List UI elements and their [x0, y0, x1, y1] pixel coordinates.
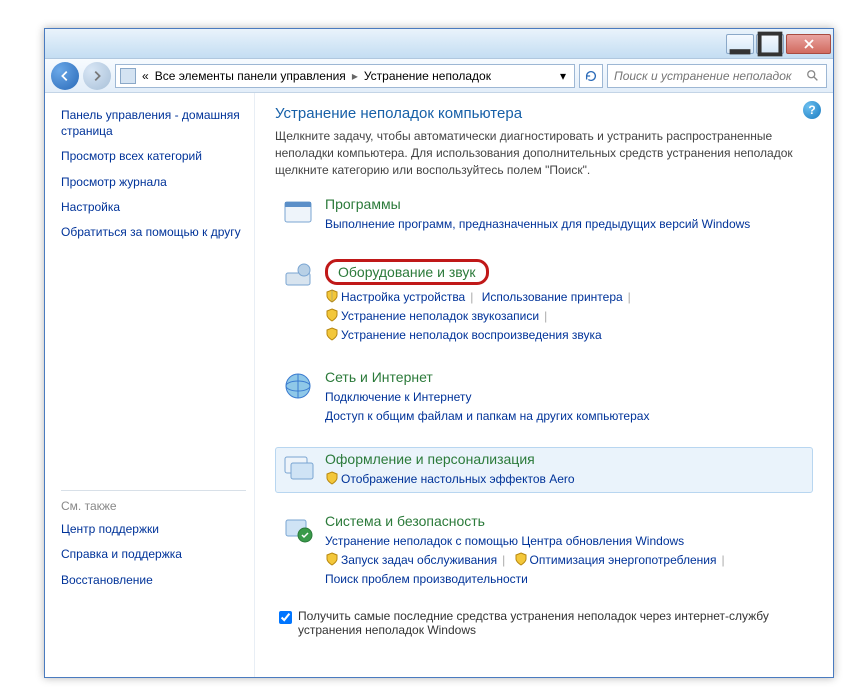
shield-icon	[514, 552, 528, 566]
shield-icon	[325, 471, 339, 485]
window-controls	[726, 34, 831, 54]
hardware-icon	[281, 259, 315, 293]
navigation-bar: « Все элементы панели управления ▸ Устра…	[45, 59, 833, 93]
link-audio-recording[interactable]: Устранение неполадок звукозаписи	[341, 309, 539, 323]
category-hardware-sound: Оборудование и звук Настройка устройства…	[275, 255, 813, 350]
titlebar	[45, 29, 833, 59]
footer-checkbox-row: Получить самые последние средства устран…	[275, 609, 813, 637]
sidebar-see-also-action-center[interactable]: Центр поддержки	[61, 521, 246, 537]
category-appearance: Оформление и персонализация Отображение …	[275, 447, 813, 493]
sidebar-see-also-help[interactable]: Справка и поддержка	[61, 546, 246, 562]
link-use-printer[interactable]: Использование принтера	[482, 290, 623, 304]
appearance-icon	[281, 451, 315, 485]
network-icon	[281, 369, 315, 403]
system-icon	[281, 513, 315, 547]
breadcrumb-parent[interactable]: Все элементы панели управления	[155, 69, 346, 83]
category-programs: Программы Выполнение программ, предназна…	[275, 192, 813, 238]
footer-checkbox-label: Получить самые последние средства устран…	[298, 609, 813, 637]
forward-button[interactable]	[83, 62, 111, 90]
main-content: ? Устранение неполадок компьютера Щелкни…	[255, 93, 833, 677]
sidebar-link-all-categories[interactable]: Просмотр всех категорий	[61, 148, 246, 164]
link-windows-update[interactable]: Устранение неполадок с помощью Центра об…	[325, 534, 684, 548]
sidebar-home-link[interactable]: Панель управления - домашняя страница	[61, 107, 246, 139]
close-button[interactable]	[786, 34, 831, 54]
sidebar-link-settings[interactable]: Настройка	[61, 199, 246, 215]
shield-icon	[325, 327, 339, 341]
help-icon[interactable]: ?	[803, 101, 821, 119]
search-icon	[806, 69, 820, 83]
shield-icon	[325, 308, 339, 322]
breadcrumb-separator-icon: ▸	[352, 69, 358, 83]
sidebar-see-also-recovery[interactable]: Восстановление	[61, 572, 246, 588]
sidebar-separator	[61, 490, 246, 491]
sidebar-link-history[interactable]: Просмотр журнала	[61, 174, 246, 190]
link-audio-playback[interactable]: Устранение неполадок воспроизведения зву…	[341, 328, 602, 342]
link-shared-files[interactable]: Доступ к общим файлам и папкам на других…	[325, 409, 649, 423]
link-run-legacy-programs[interactable]: Выполнение программ, предназначенных для…	[325, 217, 750, 231]
breadcrumb-current[interactable]: Устранение неполадок	[364, 69, 491, 83]
control-panel-window: « Все элементы панели управления ▸ Устра…	[44, 28, 834, 678]
category-title-wrapper: Оборудование и звук	[325, 259, 807, 288]
link-power[interactable]: Оптимизация энергопотребления	[530, 553, 717, 567]
link-performance[interactable]: Поиск проблем производительности	[325, 572, 528, 586]
page-intro: Щелкните задачу, чтобы автоматически диа…	[275, 128, 813, 178]
search-box[interactable]	[607, 64, 827, 88]
category-title-appearance[interactable]: Оформление и персонализация	[325, 451, 807, 467]
minimize-button[interactable]	[726, 34, 754, 54]
page-title: Устранение неполадок компьютера	[275, 105, 813, 122]
maximize-button[interactable]	[756, 34, 784, 54]
category-network: Сеть и Интернет Подключение к Интернету …	[275, 365, 813, 430]
search-input[interactable]	[614, 69, 802, 83]
shield-icon	[325, 552, 339, 566]
category-title-programs[interactable]: Программы	[325, 196, 807, 212]
link-aero-effects[interactable]: Отображение настольных эффектов Aero	[341, 472, 575, 486]
category-title-hardware-sound[interactable]: Оборудование и звук	[325, 259, 489, 285]
online-troubleshooters-checkbox[interactable]	[279, 611, 292, 624]
back-button[interactable]	[51, 62, 79, 90]
link-internet-connection[interactable]: Подключение к Интернету	[325, 390, 472, 404]
link-maintenance[interactable]: Запуск задач обслуживания	[341, 553, 497, 567]
category-system: Система и безопасность Устранение непола…	[275, 509, 813, 594]
address-dropdown-icon[interactable]: ▾	[556, 69, 570, 83]
body-area: Панель управления - домашняя страница Пр…	[45, 93, 833, 677]
sidebar: Панель управления - домашняя страница Пр…	[45, 93, 255, 677]
link-configure-device[interactable]: Настройка устройства	[341, 290, 465, 304]
category-title-system[interactable]: Система и безопасность	[325, 513, 807, 529]
shield-icon	[325, 289, 339, 303]
address-bar[interactable]: « Все элементы панели управления ▸ Устра…	[115, 64, 575, 88]
location-icon	[120, 68, 136, 84]
breadcrumb-prefix: «	[142, 69, 149, 83]
sidebar-link-ask-friend[interactable]: Обратиться за помощью к другу	[61, 224, 246, 240]
sidebar-see-also-header: См. также	[61, 499, 246, 513]
refresh-button[interactable]	[579, 64, 603, 88]
programs-icon	[281, 196, 315, 230]
category-title-network[interactable]: Сеть и Интернет	[325, 369, 807, 385]
